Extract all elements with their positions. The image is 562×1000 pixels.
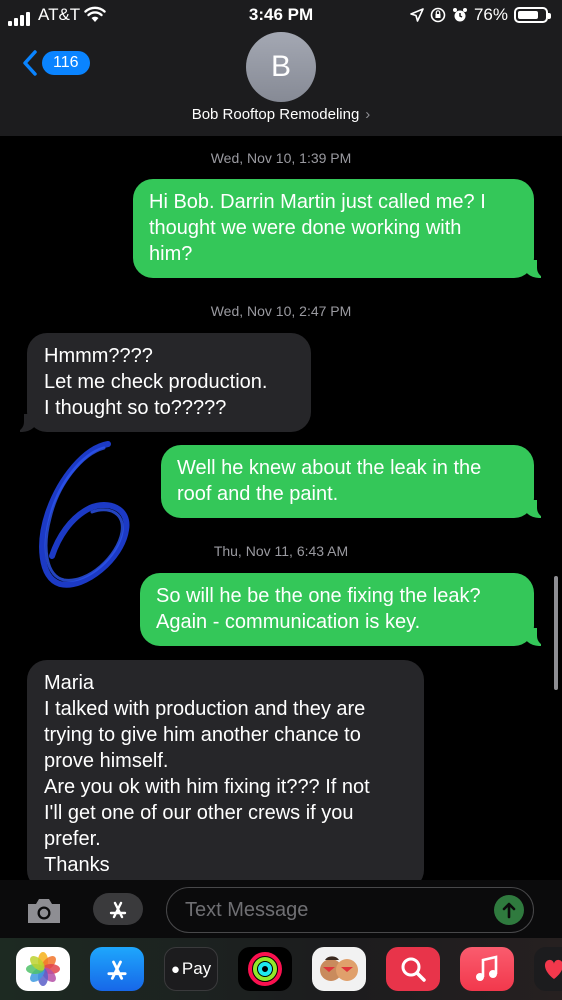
orientation-lock-icon [430,7,446,23]
sent-message-bubble[interactable]: So will he be the one fixing the leak? A… [140,573,551,646]
search-images-icon[interactable] [386,947,440,991]
app-store-drawer-button[interactable] [93,893,143,925]
timestamp: Wed, Nov 10, 2:47 PM [210,303,352,319]
message-line: I talked with production and they are [44,698,366,720]
apple-logo-icon: ● [170,960,180,978]
received-message-bubble[interactable]: Maria I talked with production and they … [27,660,424,890]
photos-app-icon[interactable] [16,947,70,991]
back-button[interactable]: 116 [22,50,90,76]
message-line: trying to give him another chance to [44,724,361,746]
activity-icon[interactable] [238,947,292,991]
location-arrow-icon [410,8,424,22]
sent-message-bubble[interactable]: Well he knew about the leak in the roof … [161,445,551,518]
message-line: Thanks [44,854,110,876]
bubble-tail [523,626,551,646]
contact-avatar[interactable]: B [246,32,316,102]
camera-icon[interactable] [24,896,64,926]
message-line: prove himself. [44,750,169,772]
message-line: prefer. [44,828,101,850]
battery-icon [514,7,551,23]
music-icon[interactable] [460,947,514,991]
message-line: Maria [44,672,95,694]
message-composer: Text Message [0,880,562,938]
imessage-app-drawer: ● Pay [0,938,562,1000]
message-line: Hi Bob. Darrin Martin just called me? I [149,191,486,213]
message-line: Again - communication is key. [156,611,421,633]
app-store-icon[interactable] [90,947,144,991]
unread-count-badge: 116 [42,51,90,75]
handwritten-six-annotation [39,441,130,588]
message-line: thought we were done working with [149,217,462,239]
bubble-tail [523,258,551,278]
battery-percent: 76% [473,5,508,24]
message-input-placeholder: Text Message [185,899,309,921]
apple-pay-icon[interactable]: ● Pay [164,947,218,991]
chevron-left-icon [23,50,37,76]
message-line: roof and the paint. [177,483,339,505]
message-line: Hmmm???? [44,345,153,367]
message-line: I'll get one of our other crews if you [44,802,354,824]
message-line: So will he be the one fixing the leak? [156,585,481,607]
message-line: I thought so to????? [44,397,227,419]
scroll-indicator[interactable] [554,576,558,690]
message-line: Well he knew about the leak in the [177,457,482,479]
chevron-right-icon: › [365,106,371,123]
message-line: him? [149,243,193,265]
app-store-icon [109,901,127,919]
digital-touch-icon[interactable] [534,947,562,991]
received-message-bubble[interactable]: Hmmm???? Let me check production. I thou… [10,333,311,432]
bubble-tail [10,412,38,432]
arrow-up-icon [502,902,516,919]
contact-name: Bob Rooftop Remodeling [191,106,360,123]
memoji-icon[interactable] [312,947,366,991]
message-line: Let me check production. [44,371,268,393]
message-line: Are you ok with him fixing it??? If not [44,776,370,798]
conversation-header: AT&T 3:46 PM 76% 116 B Bob Rooftop Remod… [0,0,562,136]
bubble-tail [523,498,551,518]
contact-name-button[interactable]: Bob Rooftop Remodeling › [0,106,562,123]
alarm-icon [452,8,467,22]
sent-message-bubble[interactable]: Hi Bob. Darrin Martin just called me? I … [133,179,551,278]
apple-pay-label: Pay [181,959,212,978]
send-button[interactable] [494,895,524,925]
status-bar: AT&T 3:46 PM 76% [0,0,562,32]
message-input[interactable]: Text Message [166,887,534,933]
timestamp: Wed, Nov 10, 1:39 PM [210,150,352,166]
